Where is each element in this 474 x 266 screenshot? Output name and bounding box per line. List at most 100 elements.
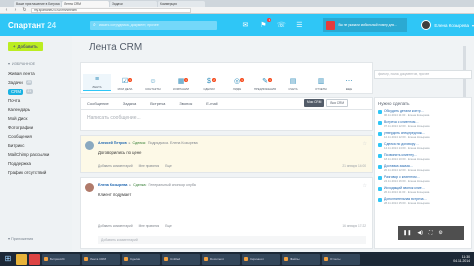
todo-item-meta: 18.11.2014 10:00 · Елена Козырева (384, 157, 430, 161)
add-comment-link[interactable]: Добавить комментарий (98, 164, 133, 168)
star-icon[interactable]: ☆ (363, 141, 367, 147)
crm-nav-label: Еще (345, 87, 353, 91)
todo-item[interactable]: Дополнительная встреча… 28.11.2014 15:00 … (378, 197, 468, 205)
star-icon[interactable]: ☆ (363, 183, 367, 189)
crm-nav-activities[interactable]: 1 ☑ Мои дела (111, 76, 139, 91)
sidebar-item-tasks[interactable]: Задачи 25 (8, 78, 66, 87)
sidebar-item-mail[interactable]: Почта (8, 96, 66, 105)
like-link[interactable]: Мне нравится (139, 164, 160, 168)
sidebar-item-feed[interactable]: Живая лента (8, 69, 66, 78)
todo-item[interactable]: утвердить спецпредлож… 12.11.2014 12:00 ·… (378, 131, 468, 139)
sidebar-item-bitrix[interactable]: Битрикс (8, 141, 66, 150)
sidebar-item-label: График отсутствий (8, 170, 47, 175)
taskbar-button[interactable]: Untitled (162, 253, 200, 265)
left-menu: + Добавить ▾ Избранное Живая лента Задачи 2… (0, 36, 72, 252)
header-notice[interactable]: Вы не указали мобильный номер для… (323, 18, 408, 32)
section-apps[interactable]: ▾ Приложения (8, 236, 33, 241)
fullscreen-icon[interactable]: ⛶ (429, 230, 433, 236)
section-favorites[interactable]: ▾ Избранное (8, 61, 66, 67)
sidebar-item-messages[interactable]: Сообщения (8, 132, 66, 141)
tab-message[interactable]: Сообщение (87, 101, 109, 106)
add-comment-link[interactable]: Добавить комментарий (98, 224, 133, 228)
message-input[interactable]: Написать сообщение... (87, 115, 287, 121)
post-author[interactable]: Алексей Петров (98, 141, 127, 145)
taskbar-button[interactable]: Файлы (282, 253, 320, 265)
contacts-icon: ☺ (149, 77, 157, 85)
todo-item[interactable]: Позвонить клиенту… 18.11.2014 10:00 · Еле… (378, 153, 468, 161)
taskbar-button[interactable]: Отчеты (322, 253, 360, 265)
start-icon[interactable]: ⊞ (2, 253, 14, 265)
sidebar-item-mailchimp[interactable]: MailChimp рассылки (8, 150, 66, 159)
browser-icon[interactable] (29, 253, 40, 265)
portal-logo[interactable]: Спартант 24 (0, 21, 66, 30)
todo-item[interactable]: Встреча с клиентом… 07.11.2014 12:00 · Ел… (378, 120, 468, 128)
explorer-icon[interactable] (16, 253, 27, 265)
all-crm-toggle[interactable]: Вся CRM (326, 99, 348, 107)
todo-item[interactable]: Обсудить детали контр… 06.11.2014 11:00 ·… (378, 109, 468, 117)
like-link[interactable]: Мне нравится (139, 224, 160, 228)
todo-item[interactable]: Разговор с клиентом… 24.11.2014 16:00 · Е… (378, 175, 468, 183)
tab-call[interactable]: Звонок (179, 101, 192, 106)
todo-item[interactable]: Исходящий звонок клие… 26.11.2014 11:00 ·… (378, 186, 468, 194)
system-clock[interactable]: 11:30 04.11.2014 (453, 255, 474, 264)
volume-icon[interactable]: ◀) (417, 230, 423, 236)
sidebar-item-crm[interactable]: CRM 21 (8, 87, 66, 96)
sidebar-item-calendar[interactable]: Календарь (8, 105, 66, 114)
crm-nav-invoices[interactable]: ▤ Счета (279, 76, 307, 91)
crm-nav-deals[interactable]: 2 $ Сделки (195, 76, 223, 91)
crm-nav-reports[interactable]: ▥ Отчеты (307, 76, 335, 91)
crm-navigation: ≡ Лента 1 ☑ Мои дела ☺ Контакты 1 ▦ Компании 2… (80, 62, 373, 94)
chat-icon[interactable]: ✉ (239, 19, 251, 31)
crm-nav-leads[interactable]: 1 ◎ Лиды (223, 76, 251, 91)
todo-item[interactable]: Сделка по договору… 14.11.2014 14:00 · Ел… (378, 142, 468, 150)
back-icon[interactable]: ‹ (4, 7, 9, 13)
notifications-icon[interactable]: ⚑ 1 (257, 18, 272, 31)
crm-nav-companies[interactable]: 1 ▦ Компании (167, 76, 195, 91)
post-target[interactable]: Сделка: (133, 183, 146, 187)
header-search[interactable]: ⌕ искать сотрудника, документ, прочее (90, 20, 218, 30)
post-target[interactable]: Сделка: (133, 141, 146, 145)
add-button-label: Добавить (17, 44, 38, 49)
sidebar-item-absence[interactable]: График отсутствий (8, 168, 66, 177)
more-link[interactable]: Еще (165, 224, 172, 228)
sidebar-item-photos[interactable]: Фотографии (8, 123, 66, 132)
avatar[interactable] (85, 183, 94, 192)
taskbar-button[interactable]: Document (202, 253, 240, 265)
pause-icon[interactable]: ❚❚ (403, 230, 411, 236)
sidebar-item-disk[interactable]: Мой Диск (8, 114, 66, 123)
feed-post: Елена Козырева ▸ Сделка: Генеральный спо… (80, 177, 373, 249)
crm-nav-more[interactable]: ⋯ Еще (335, 76, 363, 91)
sidebar-item-support[interactable]: Поддержка (8, 159, 66, 168)
crm-nav-contacts[interactable]: ☺ Контакты (139, 76, 167, 92)
telephony-icon[interactable]: ☏ (275, 19, 287, 31)
add-button[interactable]: + Добавить (8, 42, 43, 51)
tab-meeting[interactable]: Встреча (150, 101, 165, 106)
taskbar-button[interactable]: Лента CRM (82, 253, 120, 265)
taskbar-button[interactable]: Битрикс24 (42, 253, 80, 265)
user-menu[interactable]: Елена Козырева ▾ (421, 20, 474, 30)
crm-nav-offers[interactable]: 1 ✎ Предложения (251, 76, 279, 91)
url-field[interactable]: my.spartanet24.ru/crm/stream/ (31, 7, 191, 13)
taskbar-button[interactable]: Сделки (122, 253, 160, 265)
feed-filter-input[interactable]: фильтр, поиск документов, прочее (374, 70, 472, 79)
more-icon: ⋯ (345, 78, 353, 85)
post-author[interactable]: Елена Козырева (98, 183, 127, 187)
reload-icon[interactable]: ↻ (22, 7, 27, 13)
counter-badge: 1 (128, 78, 132, 82)
mail-icon[interactable]: ☰ (293, 19, 305, 31)
taskbar-button[interactable]: Скриншот (242, 253, 280, 265)
settings-icon[interactable]: ⚙ (438, 230, 442, 236)
more-link[interactable]: Еще (165, 164, 172, 168)
tab-task[interactable]: Задача (123, 101, 136, 106)
my-crm-toggle[interactable]: Мои CRM (304, 99, 325, 107)
avatar[interactable] (85, 141, 94, 150)
tab-email[interactable]: E-mail (206, 101, 217, 106)
todo-item[interactable]: Доставка заказа… 20.11.2014 12:00 · Елена… (378, 164, 468, 172)
counter-badge: 1 (184, 78, 188, 82)
counter-badge: 25 (25, 80, 33, 85)
comment-input[interactable]: Добавить комментарий (98, 236, 366, 244)
crm-nav-feed[interactable]: ≡ Лента (83, 74, 111, 91)
main-content: Лента CRM ≡ Лента 1 ☑ Мои дела ☺ Контакты 1 ▦… (72, 36, 474, 252)
forward-icon[interactable]: › (13, 7, 18, 13)
crm-nav-label: Сделки (203, 87, 215, 91)
